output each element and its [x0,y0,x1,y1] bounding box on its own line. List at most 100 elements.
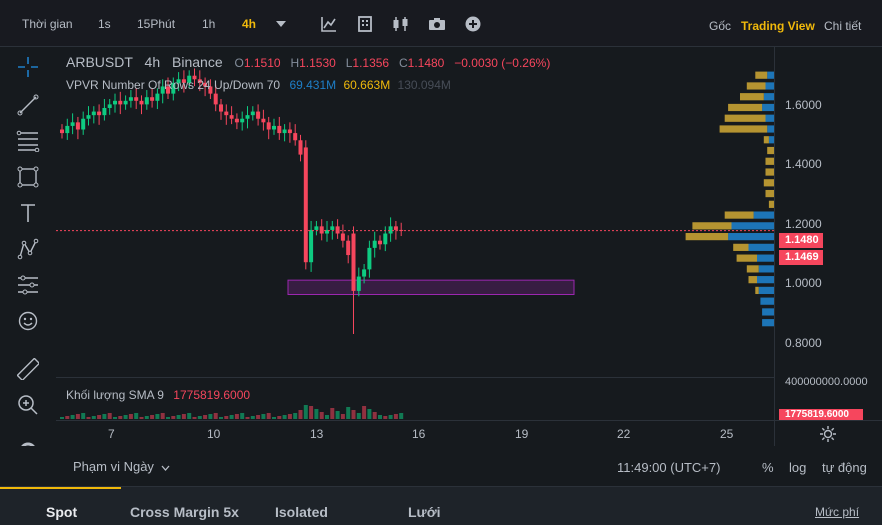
layout-grid-icon[interactable] [356,15,374,33]
percent-toggle[interactable]: % [762,460,774,475]
vpvr-down-bar [755,286,759,295]
volume-bar [181,414,186,419]
volume-bar [160,413,165,419]
volume-bar [234,414,239,419]
view-depth[interactable]: Chi tiết [824,19,861,33]
interval-1h[interactable]: 1h [202,17,215,31]
candle-body [293,133,298,141]
add-icon[interactable] [464,15,482,33]
rectangle-icon[interactable] [14,163,42,191]
candlestick-plot [56,68,774,419]
auto-toggle[interactable]: tự động [822,460,867,475]
vpvr-up-bar [767,71,774,79]
volume-bar [192,417,197,419]
legend-interval: 4h [144,54,161,70]
vpvr-down-bar [748,276,757,284]
time-tick: 7 [108,427,115,441]
candle-body [256,111,261,119]
vpvr-down-bar [767,146,774,155]
candle-body [303,147,308,263]
log-toggle[interactable]: log [789,460,806,475]
candle-body [378,240,382,245]
candle-body [70,122,75,126]
price-axis[interactable]: 1.6000 1.4000 1.2000 1.0000 0.8000 1.148… [774,47,882,420]
volume-bar [272,417,276,419]
interval-1s[interactable]: 1s [98,17,111,31]
ruler-icon[interactable] [14,355,42,383]
candle-type-icon[interactable] [392,15,410,33]
pattern-icon[interactable] [14,235,42,263]
volume-bar [287,414,292,419]
trade-tabs: Spot Cross Margin 5x Isolated Lưới Mức p… [0,486,882,525]
open-label: O [234,56,244,70]
text-icon[interactable] [14,199,42,227]
tab-spot[interactable]: Spot [46,504,77,520]
candle-body [86,115,91,119]
interval-15m[interactable]: 15Phút [137,17,175,31]
volume-bar [282,415,287,419]
volume-bar [197,416,202,419]
emoji-icon[interactable] [14,307,42,335]
time-axis[interactable]: 7 10 13 16 19 22 25 [56,420,774,446]
vpvr-up-bar [728,233,774,241]
volume-bar [277,416,282,419]
candle-body [150,97,155,101]
trendline-icon[interactable] [14,91,42,119]
zoom-icon[interactable] [14,391,42,419]
vpvr-up-bar [765,114,774,122]
vpvr-up-bar [758,265,774,273]
candle-body [224,111,229,116]
symbol: ARBUSDT [66,54,133,70]
range-selector[interactable]: Phạm vi Ngày [73,459,170,474]
candle-body [134,97,139,101]
volume-bar [113,417,117,419]
measure-icon[interactable] [14,271,42,299]
pane-divider[interactable] [56,377,774,378]
view-original[interactable]: Gốc [709,19,731,33]
candle-body [123,100,128,105]
volume-bar [309,406,314,419]
candle-body [314,226,319,230]
vpvr-down-bar [746,265,759,273]
candle-body [102,107,107,116]
close-value: 1.1480 [407,56,445,70]
crosshair-icon[interactable] [14,53,42,81]
time-tick: 22 [617,427,631,441]
time-tick: 10 [207,427,221,441]
zone-rectangle [287,279,575,296]
volume-bar [293,413,298,419]
candle-body [356,276,361,291]
indicator-icon[interactable] [320,15,338,33]
candle-body [367,247,372,270]
vpvr-legend[interactable]: VPVR Number Of Rows 24 Up/Down 70 69.431… [66,78,451,92]
volume-bar [150,415,155,419]
tab-cross-margin[interactable]: Cross Margin 5x [130,504,239,520]
change-value: −0.0030 (−0.26%) [454,56,551,70]
candle-body [319,226,324,234]
current-price-tag: 1.1469 [779,250,823,265]
volume-bar [256,415,261,419]
tab-grid[interactable]: Lưới [408,504,441,520]
volume-bar [250,416,255,419]
symbol-legend: ARBUSDT 4h Binance O1.1510 H1.1530 L1.13… [66,54,550,70]
time-tick: 13 [310,427,324,441]
interval-dropdown-icon[interactable] [272,15,290,33]
vpvr-down-bar [755,71,768,79]
range-label: Phạm vi Ngày [73,459,154,474]
camera-icon[interactable] [428,15,446,33]
settings-icon[interactable] [819,425,837,446]
interval-4h[interactable]: 4h [242,17,256,31]
volume-bar [75,414,80,419]
fee-link[interactable]: Mức phí [815,505,859,519]
view-tradingview[interactable]: Trading View [741,19,815,33]
volume-legend: Khối lượng SMA 9 1775819.6000 [66,388,250,402]
volume-bar [388,415,393,419]
fib-icon[interactable] [14,127,42,155]
candle-body [213,93,218,105]
candle-body [250,111,255,116]
price-chart[interactable] [56,47,774,420]
last-price-tag: 1.1480 [779,233,823,248]
tab-isolated[interactable]: Isolated [275,504,328,520]
candle-body [97,111,102,116]
vpvr-down-bar [724,211,754,219]
